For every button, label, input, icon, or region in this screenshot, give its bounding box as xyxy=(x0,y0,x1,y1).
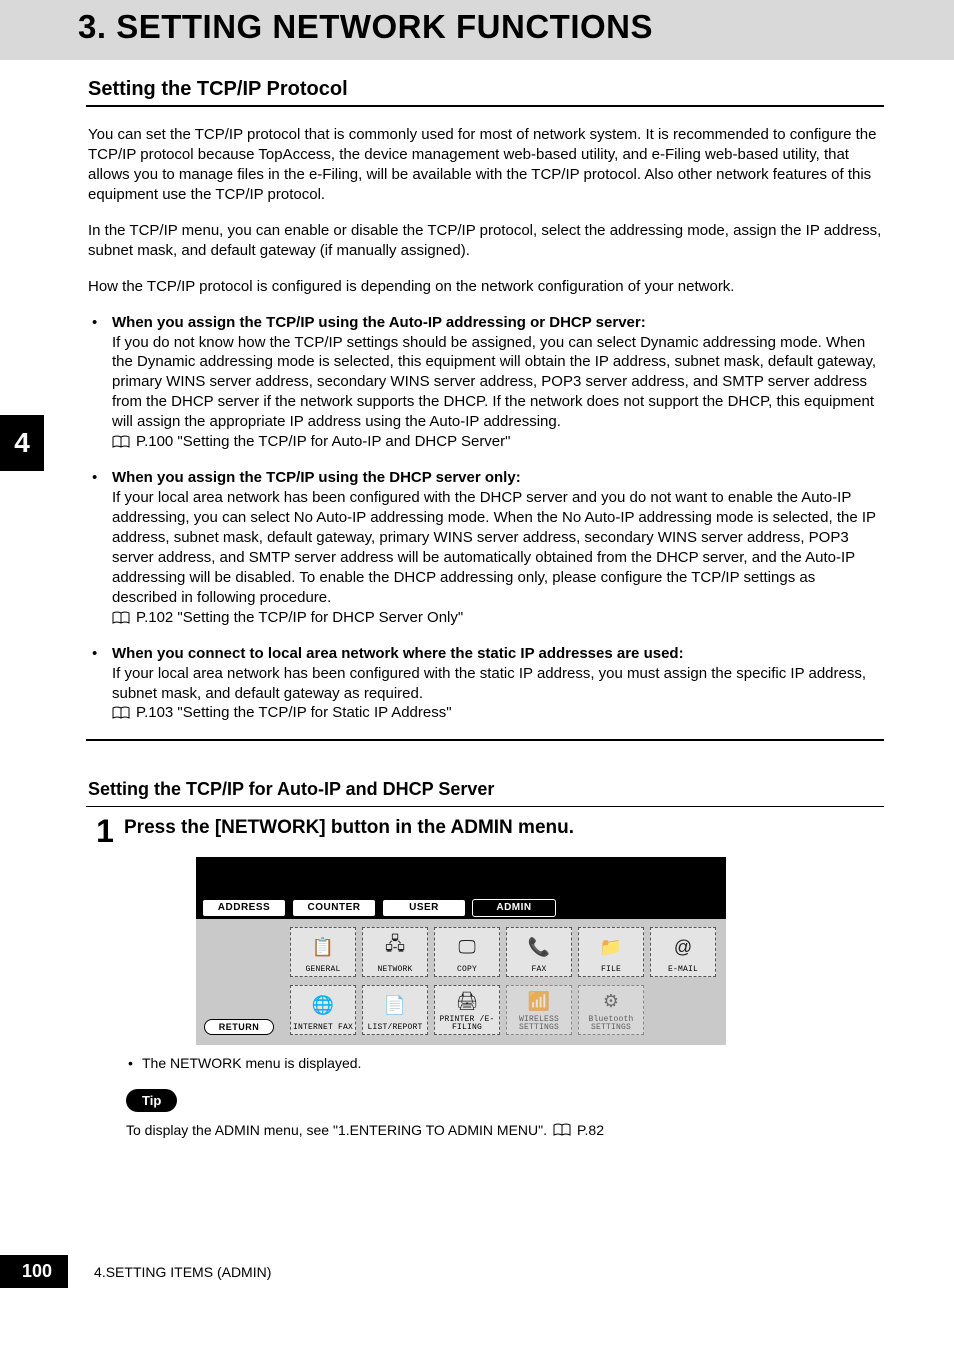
list-report-button[interactable]: 📄 LIST/REPORT xyxy=(362,985,428,1035)
bluetooth-settings-button[interactable]: ⚙ Bluetooth SETTINGS xyxy=(578,985,644,1035)
book-icon xyxy=(553,1123,571,1137)
chapter-header: 3. SETTING NETWORK FUNCTIONS xyxy=(0,0,954,60)
return-button[interactable]: RETURN xyxy=(204,1019,274,1035)
fax-icon: 📞 xyxy=(528,928,550,966)
button-label: FAX xyxy=(531,966,546,974)
screen-button-row: 🌐 INTERNET FAX 📄 LIST/REPORT 🖨 PRINTER /… xyxy=(290,985,718,1035)
copy-icon: 🖵 xyxy=(458,928,475,966)
button-label: FILE xyxy=(601,966,621,974)
page-footer: 100 4.SETTING ITEMS (ADMIN) xyxy=(0,1255,271,1288)
step-result-text: The NETWORK menu is displayed. xyxy=(142,1055,361,1071)
step-title: Press the [NETWORK] button in the ADMIN … xyxy=(124,813,574,839)
book-icon xyxy=(112,435,130,449)
copy-button[interactable]: 🖵 COPY xyxy=(434,927,500,977)
intro-paragraph-3: How the TCP/IP protocol is configured is… xyxy=(86,277,884,297)
bullet-marker: • xyxy=(86,313,112,453)
fax-button[interactable]: 📞 FAX xyxy=(506,927,572,977)
general-button[interactable]: 📋 GENERAL xyxy=(290,927,356,977)
bullet-title: When you assign the TCP/IP using the Aut… xyxy=(112,314,646,331)
button-label: PRINTER /E-FILING xyxy=(435,1016,499,1032)
bullet-title: When you assign the TCP/IP using the DHC… xyxy=(112,469,521,486)
tab-user[interactable]: USER xyxy=(382,899,466,917)
button-label: E-MAIL xyxy=(668,966,698,974)
bullet-body: If your local area network has been conf… xyxy=(112,665,866,702)
tab-address[interactable]: ADDRESS xyxy=(202,899,286,917)
tab-counter[interactable]: COUNTER xyxy=(292,899,376,917)
page-reference: P.103 "Setting the TCP/IP for Static IP … xyxy=(136,703,452,723)
divider-thin xyxy=(86,806,884,807)
intro-paragraph-1: You can set the TCP/IP protocol that is … xyxy=(86,125,884,205)
tip-text: To display the ADMIN menu, see "1.ENTERI… xyxy=(126,1122,547,1138)
bullet-marker: • xyxy=(126,1055,142,1071)
book-icon xyxy=(112,706,130,720)
tip-page-reference: P.82 xyxy=(577,1122,604,1138)
chapter-side-tab: 4 xyxy=(0,415,44,471)
bullet-body: If your local area network has been conf… xyxy=(112,489,876,606)
step-result-bullet: • The NETWORK menu is displayed. xyxy=(126,1055,884,1071)
button-label: WIRELESS SETTINGS xyxy=(507,1016,571,1032)
button-label: INTERNET FAX xyxy=(293,1024,353,1032)
step-number: 1 xyxy=(86,813,124,847)
bullet-item: • When you assign the TCP/IP using the A… xyxy=(86,313,884,453)
step-row: 1 Press the [NETWORK] button in the ADMI… xyxy=(86,813,884,847)
file-icon: 📁 xyxy=(600,928,622,966)
screen-button-row: 📋 GENERAL 🖧 NETWORK 🖵 COPY 📞 xyxy=(290,927,718,977)
bullet-item: • When you assign the TCP/IP using the D… xyxy=(86,468,884,628)
email-icon: @ xyxy=(674,928,692,966)
divider xyxy=(86,739,884,741)
internet-fax-button[interactable]: 🌐 INTERNET FAX xyxy=(290,985,356,1035)
intro-paragraph-2: In the TCP/IP menu, you can enable or di… xyxy=(86,221,884,261)
email-button[interactable]: @ E-MAIL xyxy=(650,927,716,977)
network-icon: 🖧 xyxy=(385,928,405,966)
bluetooth-icon: ⚙ xyxy=(603,986,619,1016)
bullet-marker: • xyxy=(86,468,112,628)
tip-text-row: To display the ADMIN menu, see "1.ENTERI… xyxy=(126,1122,884,1138)
divider xyxy=(86,105,884,107)
button-label: LIST/REPORT xyxy=(367,1024,422,1032)
bullet-item: • When you connect to local area network… xyxy=(86,644,884,724)
file-button[interactable]: 📁 FILE xyxy=(578,927,644,977)
button-label: GENERAL xyxy=(305,966,340,974)
wireless-settings-button[interactable]: 📶 WIRELESS SETTINGS xyxy=(506,985,572,1035)
bullet-title: When you connect to local area network w… xyxy=(112,645,684,662)
printer-efiling-button[interactable]: 🖨 PRINTER /E-FILING xyxy=(434,985,500,1035)
internet-fax-icon: 🌐 xyxy=(312,986,334,1024)
tip-badge: Tip xyxy=(126,1089,177,1112)
page-reference: P.100 "Setting the TCP/IP for Auto-IP an… xyxy=(136,432,510,452)
footer-chapter-label: 4.SETTING ITEMS (ADMIN) xyxy=(94,1264,271,1280)
network-button[interactable]: 🖧 NETWORK xyxy=(362,927,428,977)
wireless-icon: 📶 xyxy=(528,986,550,1016)
printer-icon: 🖨 xyxy=(456,986,479,1016)
list-report-icon: 📄 xyxy=(384,986,406,1024)
device-screen: ADDRESS COUNTER USER ADMIN RETURN 📋 GENE… xyxy=(196,857,726,1045)
general-icon: 📋 xyxy=(312,928,334,966)
button-label: Bluetooth SETTINGS xyxy=(579,1016,643,1032)
section-heading-tcpip: Setting the TCP/IP Protocol xyxy=(86,78,884,101)
bullet-marker: • xyxy=(86,644,112,724)
button-label: COPY xyxy=(457,966,477,974)
section-heading-autoip: Setting the TCP/IP for Auto-IP and DHCP … xyxy=(86,779,884,800)
screen-tabbar: ADDRESS COUNTER USER ADMIN xyxy=(196,897,726,919)
chapter-title: 3. SETTING NETWORK FUNCTIONS xyxy=(78,8,954,46)
bullet-body: If you do not know how the TCP/IP settin… xyxy=(112,334,876,431)
book-icon xyxy=(112,611,130,625)
page-number: 100 xyxy=(0,1255,68,1288)
tab-admin[interactable]: ADMIN xyxy=(472,899,556,917)
button-label: NETWORK xyxy=(377,966,412,974)
page-reference: P.102 "Setting the TCP/IP for DHCP Serve… xyxy=(136,608,463,628)
